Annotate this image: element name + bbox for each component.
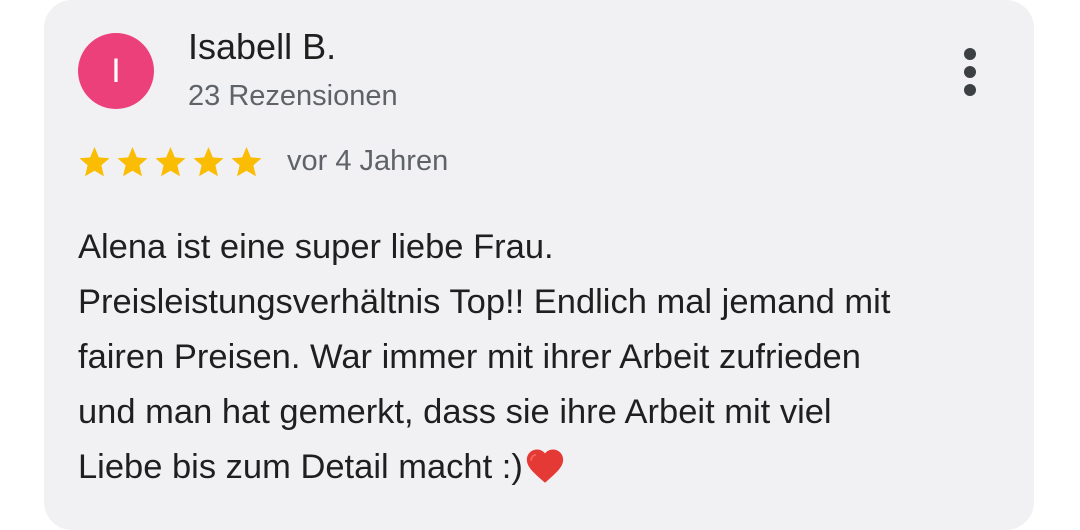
review-text-line: Liebe bis zum Detail macht :) — [78, 448, 523, 486]
star-icon — [155, 147, 186, 177]
star-icon — [79, 147, 110, 177]
review-text-line: Alena ist eine super liebe Frau. — [78, 228, 554, 266]
review-date: vor 4 Jahren — [287, 145, 449, 177]
avatar[interactable]: I — [78, 33, 154, 109]
review-text-line: und man hat gemerkt, dass sie ihre Arbei… — [78, 393, 832, 431]
star-icon — [117, 147, 148, 177]
more-vert-icon[interactable] — [950, 46, 990, 98]
star-rating — [76, 144, 266, 182]
author-name[interactable]: Isabell B. — [188, 26, 336, 68]
review-text: Alena ist eine super liebe Frau. Preisle… — [78, 220, 1018, 495]
star-icon — [231, 147, 262, 177]
review-count: 23 Rezensionen — [188, 80, 398, 112]
star-icon — [193, 147, 224, 177]
review-text-line-last: Liebe bis zum Detail macht :) — [78, 440, 1018, 495]
heart-icon — [526, 449, 563, 483]
review-text-line: Preisleistungsverhältnis Top!! Endlich m… — [78, 283, 891, 321]
review-text-line: fairen Preisen. War immer mit ihrer Arbe… — [78, 338, 861, 376]
